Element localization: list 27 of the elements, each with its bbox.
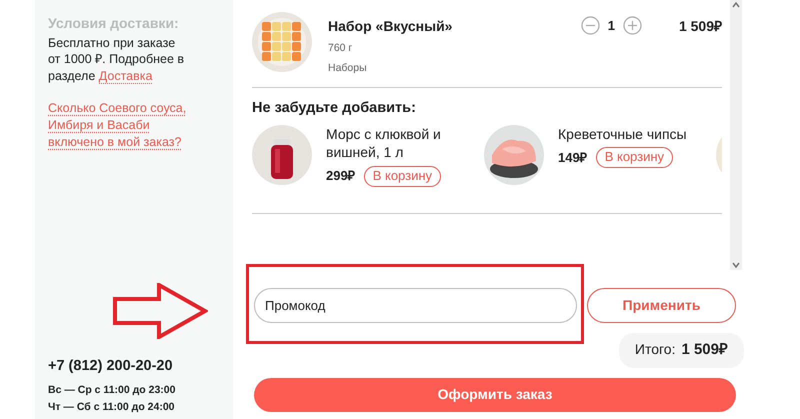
product-name: Набор «Вкусный» bbox=[328, 17, 454, 36]
delivery-text: Бесплатно при заказе от 1000 ₽. Подробнее в разделе Доставка bbox=[48, 35, 186, 84]
product-price: 299₽ bbox=[326, 167, 356, 186]
phone-number: +7 (812) 200-20-20 bbox=[48, 356, 174, 376]
checkout-button[interactable]: Оформить заказ bbox=[254, 378, 736, 412]
opening-hours: Вс — Ср с 11:00 до 23:00 bbox=[48, 384, 176, 398]
product-name: Морс с клюквой и вишней, 1 л bbox=[326, 125, 442, 162]
minus-icon[interactable] bbox=[580, 16, 600, 36]
apply-button[interactable]: Применить bbox=[587, 288, 736, 323]
plus-icon[interactable] bbox=[623, 16, 642, 36]
add-to-cart-button[interactable]: В корзину bbox=[364, 166, 442, 187]
product-price: 149₽ bbox=[558, 149, 588, 168]
section-title: Не забудьте добавить: bbox=[252, 98, 417, 118]
promo-code-field[interactable]: Промокод bbox=[254, 288, 577, 323]
quantity-value: 1 bbox=[608, 17, 615, 35]
total-label: Итого: bbox=[634, 340, 676, 359]
opening-hours: Чт — Сб с 11:00 до 24:00 bbox=[48, 401, 176, 415]
scrollbar[interactable] bbox=[730, 0, 742, 270]
delivery-link[interactable]: Доставка bbox=[98, 68, 152, 84]
product-weight: 760 г bbox=[328, 41, 354, 56]
product-name: Креветочные чипсы bbox=[558, 125, 687, 144]
product-price: 1 509₽ bbox=[678, 17, 722, 36]
add-to-cart-button[interactable]: В корзину bbox=[596, 147, 674, 168]
delivery-title: Условия доставки: bbox=[48, 14, 180, 32]
product-category: Наборы bbox=[328, 60, 368, 76]
total-value: 1 509₽ bbox=[681, 340, 728, 360]
faq-link[interactable]: Сколько Соевого соуса, Имбиря и Васаби включено в мой заказ? bbox=[48, 100, 189, 151]
